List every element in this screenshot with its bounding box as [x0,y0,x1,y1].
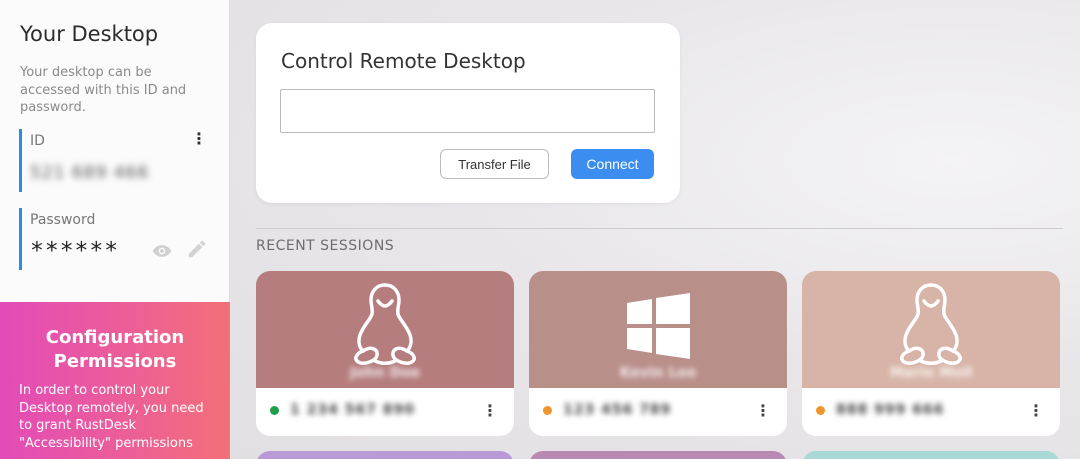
status-dot [270,406,279,415]
session-thumbnail[interactable]: John Doe [256,271,514,388]
password-value: ****** [30,238,120,264]
status-dot [543,406,552,415]
divider [256,228,1063,229]
session-id: 888 999 666 [836,402,945,418]
session-thumbnail[interactable]: Marie Moll [802,271,1060,388]
session-card-peek[interactable] [529,451,787,459]
session-card[interactable]: Kevin Lee 123 456 789 ⋮ [529,271,787,436]
id-value[interactable]: 521 689 466 [30,163,149,183]
session-thumbnail[interactable]: Kevin Lee [529,271,787,388]
remote-id-input[interactable] [280,89,655,133]
password-label: Password [30,212,96,228]
session-card[interactable]: John Doe 1 234 567 890 ⋮ [256,271,514,436]
connect-button[interactable]: Connect [571,149,654,179]
id-label: ID [30,133,45,149]
session-menu-icon[interactable]: ⋮ [755,401,771,421]
session-id: 123 456 789 [563,402,672,418]
session-menu-icon[interactable]: ⋮ [1028,401,1044,421]
control-remote-card: Control Remote Desktop Transfer File Con… [256,23,680,203]
session-name: Marie Moll [889,365,973,381]
config-text: In order to control your Desktop remotel… [19,383,204,451]
session-name: John Doe [349,365,421,381]
linux-icon [354,283,416,365]
configuration-permissions-banner[interactable]: Configuration Permissions In order to co… [0,302,230,459]
recent-sessions-heading: RECENT SESSIONS [256,238,395,254]
control-title: Control Remote Desktop [281,49,526,73]
id-field: ID 521 689 466 [19,129,214,192]
session-name: Kevin Lee [619,365,697,381]
linux-icon [900,283,962,365]
your-desktop-description: Your desktop can be accessed with this I… [20,65,187,115]
windows-icon [627,293,690,359]
password-field: Password ****** [19,208,214,270]
session-id: 1 234 567 890 [290,402,416,418]
your-desktop-title: Your Desktop [20,22,159,46]
config-title: Configuration Permissions [45,327,185,372]
session-menu-icon[interactable]: ⋮ [482,401,498,421]
session-card-peek[interactable] [256,451,514,459]
status-dot [816,406,825,415]
eye-icon[interactable] [152,243,172,259]
edit-pencil-icon[interactable] [186,238,208,260]
session-card[interactable]: Marie Moll 888 999 666 ⋮ [802,271,1060,436]
id-menu-icon[interactable]: ⋮ [191,129,207,149]
transfer-file-button[interactable]: Transfer File [440,149,549,179]
session-card-peek[interactable] [802,451,1060,459]
left-panel: Your Desktop Your desktop can be accesse… [0,0,230,459]
